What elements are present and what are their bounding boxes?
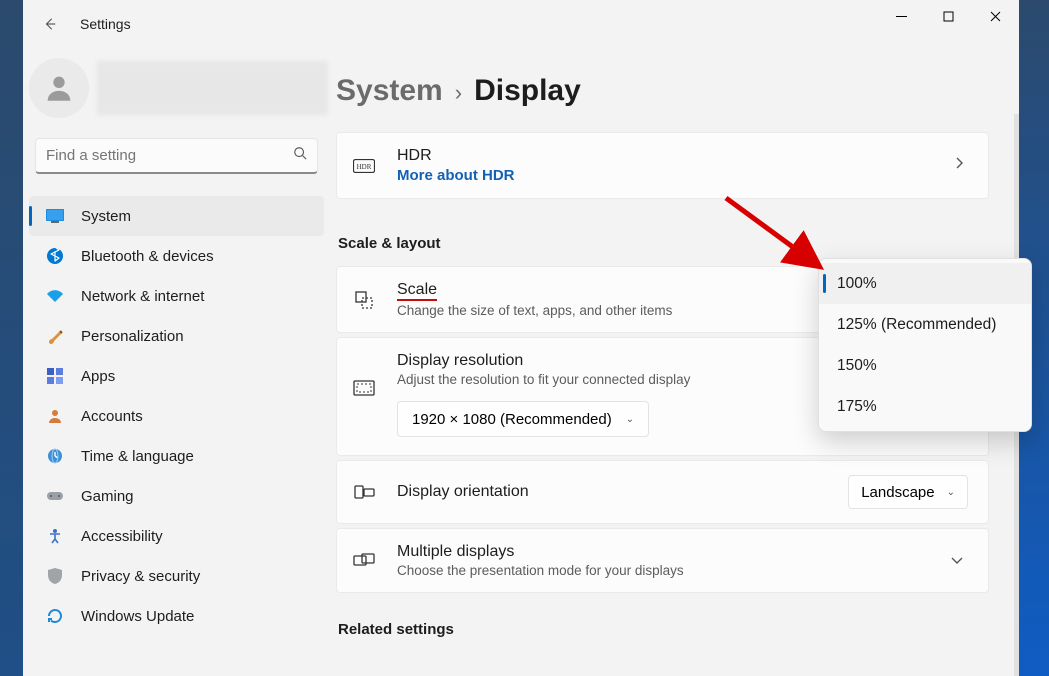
scale-option-150[interactable]: 150% bbox=[819, 345, 1031, 386]
accounts-icon bbox=[45, 406, 65, 426]
hdr-card[interactable]: HDR HDR More about HDR bbox=[336, 132, 989, 199]
bluetooth-icon bbox=[45, 246, 65, 266]
resolution-icon bbox=[351, 376, 377, 400]
orientation-title: Display orientation bbox=[397, 483, 828, 501]
maximize-icon bbox=[943, 11, 954, 22]
maximize-button[interactable] bbox=[925, 0, 972, 32]
sidebar-item-label: Time & language bbox=[81, 448, 194, 465]
sidebar-nav: System Bluetooth & devices Network & int… bbox=[25, 184, 328, 636]
search-input[interactable] bbox=[46, 147, 293, 164]
sidebar-item-accounts[interactable]: Accounts bbox=[29, 396, 324, 436]
sidebar-item-label: Accounts bbox=[81, 408, 143, 425]
page-title: Display bbox=[474, 74, 581, 108]
multiple-displays-card[interactable]: Multiple displays Choose the presentatio… bbox=[336, 528, 989, 593]
orientation-card: Display orientation Landscape ⌄ bbox=[336, 460, 989, 524]
shield-icon bbox=[45, 566, 65, 586]
breadcrumb: System › Display bbox=[336, 74, 989, 108]
back-button[interactable] bbox=[40, 0, 60, 48]
sidebar-item-system[interactable]: System bbox=[29, 196, 324, 236]
sidebar-item-apps[interactable]: Apps bbox=[29, 356, 324, 396]
scale-option-100[interactable]: 100% bbox=[819, 263, 1031, 304]
orientation-dropdown[interactable]: Landscape ⌄ bbox=[848, 475, 968, 509]
account-block[interactable] bbox=[25, 58, 328, 128]
resolution-value: 1920 × 1080 (Recommended) bbox=[412, 411, 612, 428]
wifi-icon bbox=[45, 286, 65, 306]
scale-option-125[interactable]: 125% (Recommended) bbox=[819, 304, 1031, 345]
section-related: Related settings bbox=[338, 621, 989, 638]
minimize-button[interactable] bbox=[878, 0, 925, 32]
scale-icon bbox=[351, 288, 377, 312]
multiple-title: Multiple displays bbox=[397, 543, 930, 561]
sidebar-item-time-language[interactable]: Time & language bbox=[29, 436, 324, 476]
sidebar-item-privacy[interactable]: Privacy & security bbox=[29, 556, 324, 596]
resolution-dropdown[interactable]: 1920 × 1080 (Recommended) ⌄ bbox=[397, 401, 649, 437]
update-icon bbox=[45, 606, 65, 626]
titlebar: Settings bbox=[23, 0, 1019, 48]
hdr-link[interactable]: More about HDR bbox=[397, 167, 935, 184]
sidebar-item-label: Gaming bbox=[81, 488, 134, 505]
accessibility-icon bbox=[45, 526, 65, 546]
chevron-down-icon: ⌄ bbox=[947, 487, 955, 498]
multiple-sub: Choose the presentation mode for your di… bbox=[397, 563, 930, 578]
orientation-value: Landscape bbox=[861, 484, 934, 501]
avatar bbox=[29, 58, 89, 118]
section-scale-layout: Scale & layout bbox=[338, 235, 989, 252]
sidebar-item-label: Apps bbox=[81, 368, 115, 385]
sidebar-item-label: Privacy & security bbox=[81, 568, 200, 585]
search-icon bbox=[293, 146, 307, 165]
sidebar-item-label: Accessibility bbox=[81, 528, 163, 545]
close-button[interactable] bbox=[972, 0, 1019, 32]
chevron-right-icon: › bbox=[455, 80, 462, 106]
hdr-icon: HDR bbox=[351, 154, 377, 178]
chevron-down-icon bbox=[950, 552, 968, 570]
desktop-edge-left bbox=[0, 0, 23, 676]
svg-text:HDR: HDR bbox=[357, 163, 372, 171]
minimize-icon bbox=[896, 11, 907, 22]
chevron-right-icon bbox=[955, 156, 968, 175]
chevron-down-icon: ⌄ bbox=[626, 414, 634, 425]
hdr-title: HDR bbox=[397, 147, 935, 165]
sidebar-item-personalization[interactable]: Personalization bbox=[29, 316, 324, 356]
breadcrumb-root[interactable]: System bbox=[336, 74, 443, 108]
close-icon bbox=[990, 11, 1001, 22]
sidebar-item-gaming[interactable]: Gaming bbox=[29, 476, 324, 516]
window-title: Settings bbox=[80, 16, 131, 32]
sidebar-item-bluetooth[interactable]: Bluetooth & devices bbox=[29, 236, 324, 276]
brush-icon bbox=[45, 326, 65, 346]
gaming-icon bbox=[45, 486, 65, 506]
sidebar-item-label: Network & internet bbox=[81, 288, 204, 305]
system-icon bbox=[45, 206, 65, 226]
person-icon bbox=[42, 71, 76, 105]
account-name-redacted bbox=[97, 61, 328, 115]
sidebar: System Bluetooth & devices Network & int… bbox=[23, 48, 330, 676]
sidebar-item-windows-update[interactable]: Windows Update bbox=[29, 596, 324, 636]
back-arrow-icon bbox=[43, 17, 57, 31]
multiple-displays-icon bbox=[351, 549, 377, 573]
time-icon bbox=[45, 446, 65, 466]
search-box[interactable] bbox=[35, 138, 318, 174]
scale-dropdown-menu: 100% 125% (Recommended) 150% 175% bbox=[818, 258, 1032, 432]
sidebar-item-accessibility[interactable]: Accessibility bbox=[29, 516, 324, 556]
sidebar-item-label: System bbox=[81, 208, 131, 225]
sidebar-item-label: Windows Update bbox=[81, 608, 194, 625]
sidebar-item-network[interactable]: Network & internet bbox=[29, 276, 324, 316]
orientation-icon bbox=[351, 480, 377, 504]
sidebar-item-label: Personalization bbox=[81, 328, 184, 345]
apps-icon bbox=[45, 366, 65, 386]
sidebar-item-label: Bluetooth & devices bbox=[81, 248, 214, 265]
scale-option-175[interactable]: 175% bbox=[819, 386, 1031, 427]
